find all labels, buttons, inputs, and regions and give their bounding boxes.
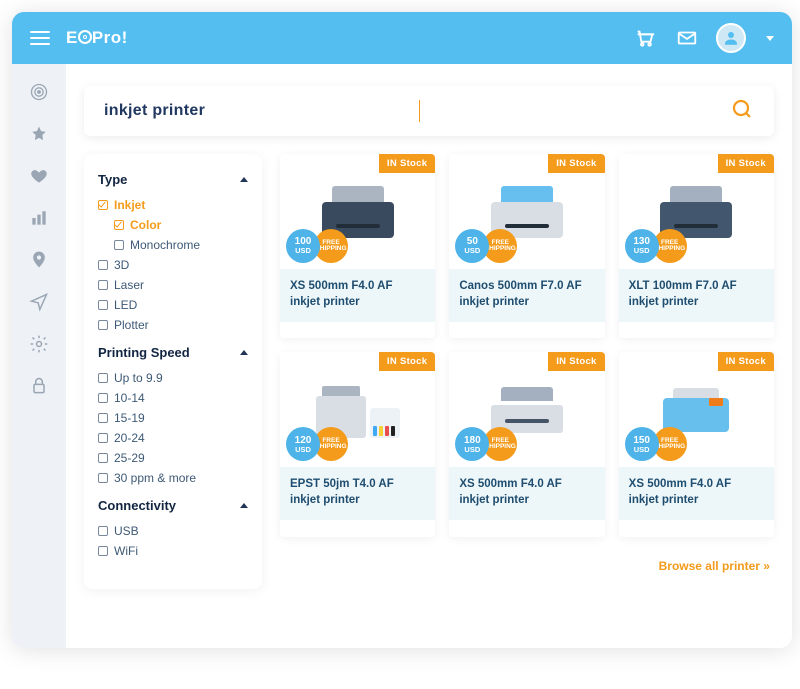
filter-opt-color[interactable]: Color — [98, 215, 248, 235]
product-title: XLT 100mm F7.0 AF inkjet printer — [619, 269, 774, 322]
search-bar[interactable] — [84, 86, 774, 136]
chart-icon[interactable] — [29, 208, 49, 228]
filter-opt-laser[interactable]: Laser — [98, 275, 248, 295]
filter-conn-toggle[interactable]: Connectivity — [98, 498, 248, 513]
filter-opt-speed[interactable]: 25-29 — [98, 448, 248, 468]
side-rail — [12, 64, 66, 648]
filter-opt-usb[interactable]: USB — [98, 521, 248, 541]
brand-logo[interactable]: EPro! — [66, 28, 128, 48]
product-image: 120USD FREE SHIPPING — [280, 352, 435, 467]
pin-icon[interactable] — [29, 250, 49, 270]
product-card[interactable]: IN Stock 100USD FREE SHIPPING XS 500mm F… — [280, 154, 435, 338]
product-title: XS 500mm F4.0 AF inkjet printer — [449, 467, 604, 520]
chevron-down-icon[interactable] — [766, 36, 774, 41]
filter-opt-speed[interactable]: 10-14 — [98, 388, 248, 408]
printer-icon — [491, 387, 563, 433]
filter-connectivity: Connectivity USB WiFi — [98, 498, 248, 561]
price-badge: 50USD — [455, 229, 489, 263]
filter-opt-wifi[interactable]: WiFi — [98, 541, 248, 561]
product-card[interactable]: IN Stock 180USD FREE SHIPPING XS 500mm F… — [449, 352, 604, 536]
product-image: 180USD FREE SHIPPING — [449, 352, 604, 467]
product-card[interactable]: IN Stock 120USD FREE SHIPPING EPST 5 — [280, 352, 435, 536]
text-cursor — [419, 100, 420, 122]
header: EPro! — [12, 12, 792, 64]
main-content: Type Inkjet Color Monochrome 3D Laser LE… — [66, 64, 792, 648]
filter-opt-speed[interactable]: 20-24 — [98, 428, 248, 448]
price-badge: 120USD — [286, 427, 320, 461]
product-card[interactable]: IN Stock 50USD FREE SHIPPING Canos 500mm… — [449, 154, 604, 338]
product-image: 50USD FREE SHIPPING — [449, 154, 604, 269]
filter-opt-speed[interactable]: Up to 9.9 — [98, 368, 248, 388]
filter-type-toggle[interactable]: Type — [98, 172, 248, 187]
star-icon[interactable] — [29, 124, 49, 144]
menu-icon[interactable] — [30, 31, 50, 45]
product-image: 130USD FREE SHIPPING — [619, 154, 774, 269]
lock-icon[interactable] — [29, 376, 49, 396]
product-card[interactable]: IN Stock 150USD FREE SHIPPING XS 500mm F… — [619, 352, 774, 536]
target-icon — [78, 30, 92, 44]
product-title: XS 500mm F4.0 AF inkjet printer — [619, 467, 774, 520]
heart-icon[interactable] — [29, 166, 49, 186]
content: Type Inkjet Color Monochrome 3D Laser LE… — [84, 154, 774, 589]
product-title: Canos 500mm F7.0 AF inkjet printer — [449, 269, 604, 322]
filter-opt-3d[interactable]: 3D — [98, 255, 248, 275]
filter-opt-inkjet[interactable]: Inkjet — [98, 195, 248, 215]
avatar[interactable] — [716, 23, 746, 53]
send-icon[interactable] — [29, 292, 49, 312]
filter-opt-plotter[interactable]: Plotter — [98, 315, 248, 335]
price-badge: 100USD — [286, 229, 320, 263]
app-window: EPro! — [12, 12, 792, 648]
price-badge: 150USD — [625, 427, 659, 461]
filters-panel: Type Inkjet Color Monochrome 3D Laser LE… — [84, 154, 262, 589]
chevron-up-icon — [240, 350, 248, 355]
product-image: 100USD FREE SHIPPING — [280, 154, 435, 269]
filter-speed-toggle[interactable]: Printing Speed — [98, 345, 248, 360]
filter-opt-monochrome[interactable]: Monochrome — [98, 235, 248, 255]
filter-type: Type Inkjet Color Monochrome 3D Laser LE… — [98, 172, 248, 335]
browse-all-link[interactable]: Browse all printer » — [619, 551, 774, 589]
printer-icon — [663, 388, 729, 432]
chevron-up-icon — [240, 503, 248, 508]
product-image: 150USD FREE SHIPPING — [619, 352, 774, 467]
product-title: EPST 50jm T4.0 AF inkjet printer — [280, 467, 435, 520]
mail-icon[interactable] — [674, 25, 700, 51]
chevron-up-icon — [240, 177, 248, 182]
price-badge: 130USD — [625, 229, 659, 263]
gear-icon[interactable] — [29, 334, 49, 354]
filter-opt-led[interactable]: LED — [98, 295, 248, 315]
filter-opt-speed[interactable]: 30 ppm & more — [98, 468, 248, 488]
filter-speed: Printing Speed Up to 9.9 10-14 15-19 20-… — [98, 345, 248, 488]
cart-icon[interactable] — [632, 25, 658, 51]
product-title: XS 500mm F4.0 AF inkjet printer — [280, 269, 435, 322]
body: Type Inkjet Color Monochrome 3D Laser LE… — [12, 64, 792, 648]
search-input[interactable] — [104, 102, 415, 120]
price-badge: 180USD — [455, 427, 489, 461]
filter-opt-speed[interactable]: 15-19 — [98, 408, 248, 428]
search-icon[interactable] — [730, 97, 754, 126]
product-grid: IN Stock 100USD FREE SHIPPING XS 500mm F… — [280, 154, 774, 589]
target-icon[interactable] — [29, 82, 49, 102]
product-card[interactable]: IN Stock 130USD FREE SHIPPING XLT 100mm … — [619, 154, 774, 338]
